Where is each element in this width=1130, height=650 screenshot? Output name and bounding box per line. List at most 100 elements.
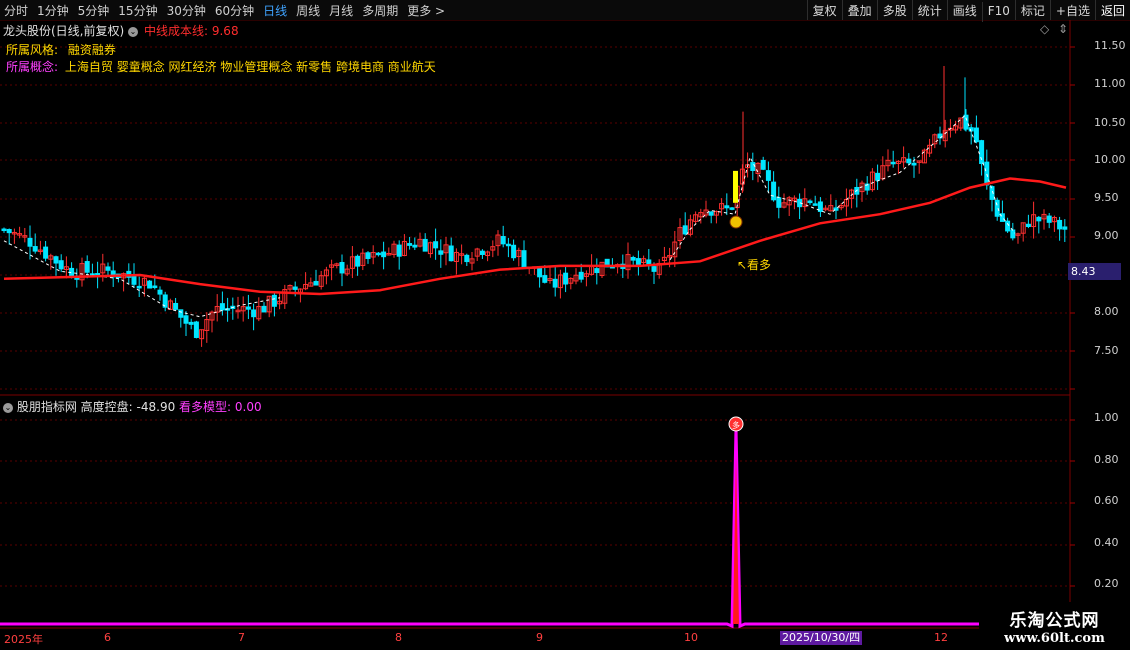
y-tick: 9.00 (1094, 229, 1119, 242)
candle-body (188, 321, 194, 325)
candle-body (521, 250, 527, 268)
candle-body (1025, 223, 1031, 227)
candle-body (630, 257, 636, 261)
candle-body (578, 271, 584, 280)
candle-body (542, 275, 548, 283)
candle-body (1057, 219, 1063, 230)
candle-body (147, 280, 153, 289)
candle-body (58, 260, 64, 270)
candle-body (27, 237, 33, 247)
candle-body (178, 309, 184, 318)
candle-body (251, 309, 257, 318)
diamond-icon[interactable]: ◇ (1040, 22, 1049, 36)
candle-body (136, 285, 142, 289)
stock-title-text: 龙头股份(日线,前复权) (3, 24, 125, 38)
candle-body (84, 261, 90, 273)
indicator-header: ⌄ 股朋指标网 高度控盘: -48.90 看多模型: 0.00 (3, 398, 262, 415)
candle-body (594, 268, 600, 274)
candle-body (261, 305, 267, 313)
watermark: 乐淘公式网 www.60lt.com (979, 602, 1130, 650)
concept-row: 所属概念: 上海自贸 婴童概念 网红经济 物业管理概念 新零售 跨境电商 商业航… (6, 58, 436, 75)
y-tick: 0.80 (1094, 453, 1119, 466)
candle-body (438, 250, 444, 255)
candle-body (875, 172, 881, 181)
y-tick: 10.00 (1094, 153, 1126, 166)
watermark-url: www.60lt.com (1004, 631, 1105, 646)
candle-body (1010, 229, 1016, 239)
candle-body (505, 243, 511, 247)
candle-body (906, 158, 912, 164)
signal-dot-label: 多 (732, 420, 740, 430)
kline-chart-canvas[interactable]: 多 (0, 0, 1130, 650)
x-label: 2025年 (4, 633, 43, 646)
candle-body (183, 315, 189, 324)
candle-body (157, 289, 163, 295)
candle-body (1005, 220, 1011, 232)
current-price-badge: 8.43 (1068, 263, 1121, 280)
y-tick: 0.20 (1094, 577, 1119, 590)
candle-body (193, 321, 199, 338)
candle-body (407, 243, 413, 246)
indicator-name: 股朋指标网 (16, 400, 77, 414)
candle-body (464, 254, 470, 263)
concept-value: 上海自贸 婴童概念 网红经济 物业管理概念 新零售 跨境电商 商业航天 (64, 60, 436, 74)
candle-body (95, 273, 101, 276)
y-tick: 1.00 (1094, 411, 1119, 424)
x-label: 7 (238, 631, 245, 644)
candle-body (422, 238, 428, 252)
midline-label: 中线成本线: 9.68 (144, 24, 239, 38)
x-label: 9 (536, 631, 543, 644)
candle-body (53, 256, 59, 264)
model-label: 看多模型: 0.00 (179, 400, 262, 414)
x-label: 8 (395, 631, 402, 644)
candle-body (339, 261, 345, 274)
candle-body (973, 127, 979, 143)
candle-body (760, 159, 766, 170)
cursor-date: 2025/10/30/四 (780, 631, 863, 645)
candle-body (1036, 216, 1042, 222)
style-label: 所属风格: (6, 43, 59, 57)
x-label: 10 (684, 631, 698, 644)
candle-body (651, 266, 657, 272)
signal-bar (733, 170, 738, 203)
candle-body (563, 272, 569, 285)
candle-body (511, 244, 517, 259)
candle-body (750, 162, 756, 171)
candle-body (131, 275, 137, 285)
candle-body (412, 244, 418, 248)
midline-cost-curve (3, 177, 1067, 296)
y-tick: 8.00 (1094, 305, 1119, 318)
candle-body (979, 140, 985, 164)
signal-label: ↖看多 (737, 258, 772, 272)
expand-icon[interactable]: ⇕ (1058, 22, 1068, 36)
candle-body (6, 229, 12, 234)
chevron-down-icon[interactable]: ⌄ (3, 403, 13, 413)
candle-body (245, 306, 251, 310)
style-row: 所属风格: 融资融券 (6, 41, 116, 58)
candle-body (219, 303, 225, 311)
signal-coin-icon (729, 215, 743, 229)
chevron-down-icon[interactable]: ⌄ (128, 27, 139, 37)
candle-body (724, 205, 730, 209)
candle-body (355, 255, 361, 267)
candle-body (375, 252, 381, 256)
stock-title: 龙头股份(日线,前复权) ⌄ (3, 22, 139, 39)
candle-body (1062, 226, 1068, 230)
x-label: 12 (934, 631, 948, 644)
y-tick: 11.00 (1094, 77, 1126, 90)
candle-body (635, 258, 641, 266)
candle-body (812, 203, 818, 206)
concept-label: 所属概念: (6, 60, 59, 74)
candle-body (292, 286, 298, 290)
candle-body (313, 280, 319, 286)
watermark-title: 乐淘公式网 (1009, 611, 1100, 631)
candle-body (105, 266, 111, 271)
candle-body (1046, 215, 1052, 223)
y-tick: 0.60 (1094, 494, 1119, 507)
candle-body (911, 162, 917, 166)
candle-body (152, 285, 158, 289)
candle-body (173, 302, 179, 310)
candle-body (479, 250, 485, 255)
candle-body (708, 211, 714, 216)
x-label: 6 (104, 631, 111, 644)
